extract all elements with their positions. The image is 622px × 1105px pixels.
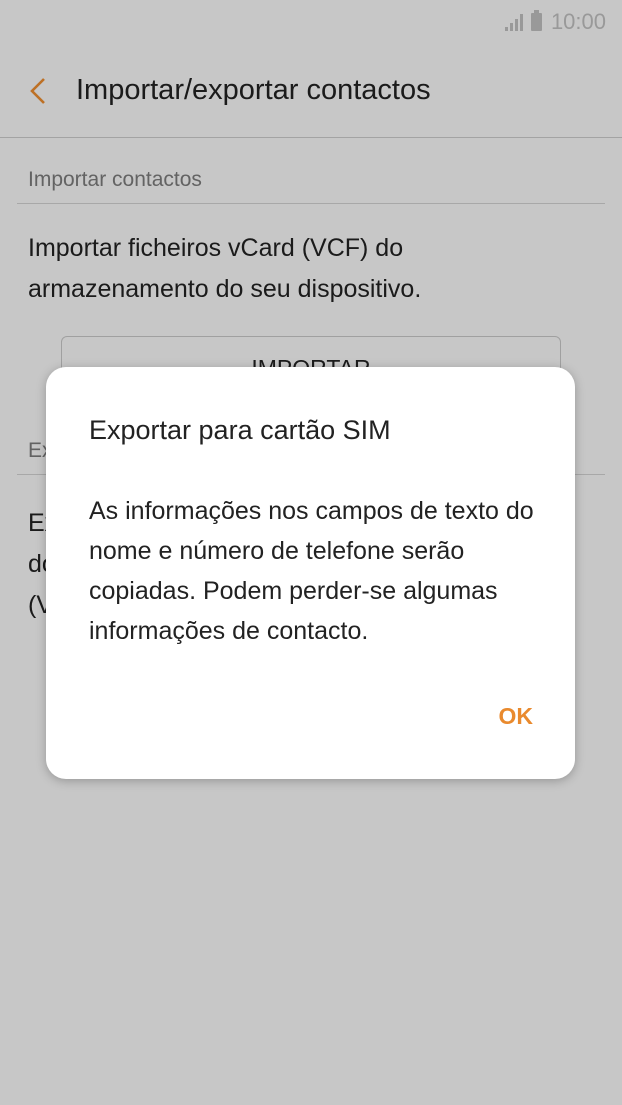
export-sim-dialog: Exportar para cartão SIM As informações … (46, 367, 575, 779)
dialog-title: Exportar para cartão SIM (89, 415, 391, 445)
dialog-message: As informações nos campos de texto do no… (89, 497, 534, 645)
ok-button[interactable]: OK (487, 697, 546, 736)
